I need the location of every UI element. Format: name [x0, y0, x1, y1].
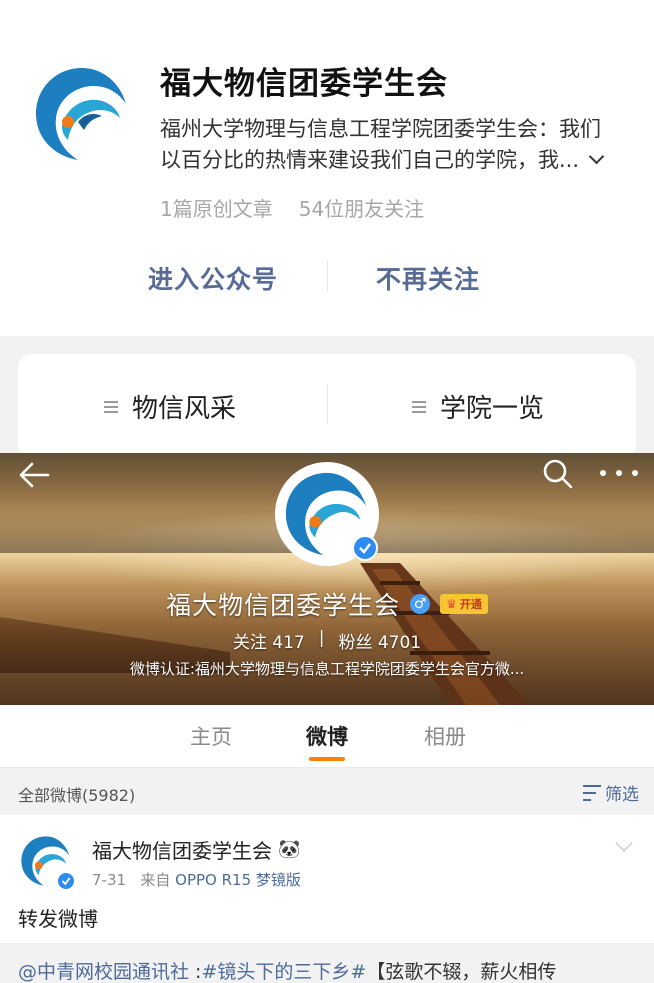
back-arrow-icon[interactable] [18, 460, 50, 490]
feed-post[interactable]: 福大物信团委学生会 🐼 7-31 来自 OPPO R15 梦镜版 转发微博 @中… [0, 815, 654, 983]
repost-text: @中青网校园通讯社 :#镜头下的三下乡#【弦歌不辍，薪火相传 [18, 957, 556, 983]
menu-icon [104, 400, 118, 413]
account-menu: 物信风采 学院一览 [18, 354, 636, 458]
account-stats: 1篇原创文章 54位朋友关注 [160, 193, 424, 222]
verification-text: 微博认证:福州大学物理与信息工程学院团委学生会官方微... [129, 660, 525, 678]
wechat-account-card: 福大物信团委学生会 福州大学物理与信息工程学院团委学生会：我们 以百分比的热情来… [0, 0, 654, 336]
repost-hashtag-link[interactable]: #镜头下的三下乡# [201, 961, 366, 983]
unfollow-button[interactable]: 不再关注 [376, 260, 480, 296]
profile-tabs: 主页 微博 相册 [0, 705, 654, 767]
post-source[interactable]: OPPO R15 梦镜版 [175, 871, 301, 889]
account-actions: 进入公众号 不再关注 [0, 250, 654, 304]
filter-button[interactable]: 筛选 [583, 780, 639, 805]
post-from-label: 来自 [140, 871, 171, 889]
menu-icon [412, 400, 426, 413]
verified-badge-icon [56, 871, 76, 891]
vip-badge[interactable]: ♛ 开通 [440, 594, 488, 614]
repost-body: 【弦歌不辍，薪火相传 [366, 961, 557, 983]
post-author-name[interactable]: 福大物信团委学生会 [92, 835, 272, 864]
post-meta: 7-31 来自 OPPO R15 梦镜版 [92, 869, 301, 890]
crown-icon: ♛ [446, 597, 457, 611]
account-name: 福大物信团委学生会 [160, 66, 448, 102]
active-tab-indicator [309, 757, 345, 761]
post-text: 转发微博 [18, 907, 98, 931]
feed-filter-bar: 全部微博(5982) 筛选 [0, 767, 654, 815]
menu-item-label: 学院一览 [440, 394, 545, 424]
filter-label: 筛选 [605, 785, 639, 805]
description-line-1: 福州大学物理与信息工程学院团委学生会：我们 [160, 117, 601, 141]
profile-name: 福大物信团委学生会 [166, 591, 401, 620]
original-articles-count: 1篇原创文章 [160, 197, 273, 221]
enter-account-button[interactable]: 进入公众号 [148, 260, 278, 296]
description-line-2: 以百分比的热情来建设我们自己的学院，我... [160, 148, 580, 172]
tab-weibo[interactable]: 微博 [306, 721, 348, 751]
search-icon[interactable] [542, 458, 574, 490]
post-author-avatar[interactable] [18, 833, 76, 891]
menu-item-label: 物信风采 [132, 394, 237, 424]
account-logo-avatar [34, 66, 130, 162]
post-date: 7-31 [92, 871, 127, 889]
chevron-down-icon[interactable] [615, 834, 633, 852]
profile-name-row: 福大物信团委学生会 ♂ ♛ 开通 [0, 586, 654, 622]
reposted-content[interactable]: @中青网校园通讯社 :#镜头下的三下乡#【弦歌不辍，薪火相传 [0, 943, 654, 983]
verified-badge-icon [352, 535, 378, 561]
repost-separator: : [189, 961, 202, 983]
menu-item-overview[interactable]: 学院一览 [412, 388, 544, 425]
following-stat[interactable]: 关注 417 [233, 628, 305, 653]
chevron-down-icon[interactable] [588, 148, 605, 165]
male-gender-icon: ♂ [410, 594, 431, 614]
stat-divider: | [318, 628, 325, 648]
post-author-row: 福大物信团委学生会 🐼 [92, 835, 300, 864]
panda-icon: 🐼 [278, 839, 301, 860]
profile-avatar[interactable] [275, 462, 379, 566]
follow-stats: 关注 417 | 粉丝 4701 [0, 628, 654, 653]
vip-label: 开通 [459, 598, 482, 611]
friends-following-count: 54位朋友关注 [298, 197, 425, 221]
tab-album[interactable]: 相册 [424, 721, 466, 751]
all-weibo-count[interactable]: 全部微博(5982) [18, 782, 135, 806]
more-options-icon[interactable] [600, 470, 638, 478]
account-description[interactable]: 福州大学物理与信息工程学院团委学生会：我们 以百分比的热情来建设我们自己的学院，… [160, 114, 630, 176]
repost-mention-link[interactable]: @中青网校园通讯社 [18, 961, 189, 983]
menu-item-style[interactable]: 物信风采 [104, 388, 236, 425]
fans-stat[interactable]: 粉丝 4701 [338, 628, 421, 653]
filter-icon [583, 784, 601, 801]
tab-home[interactable]: 主页 [190, 721, 232, 751]
divider [327, 384, 328, 424]
screenshot: 福大物信团委学生会 福州大学物理与信息工程学院团委学生会：我们 以百分比的热情来… [0, 0, 654, 983]
divider [327, 260, 328, 292]
